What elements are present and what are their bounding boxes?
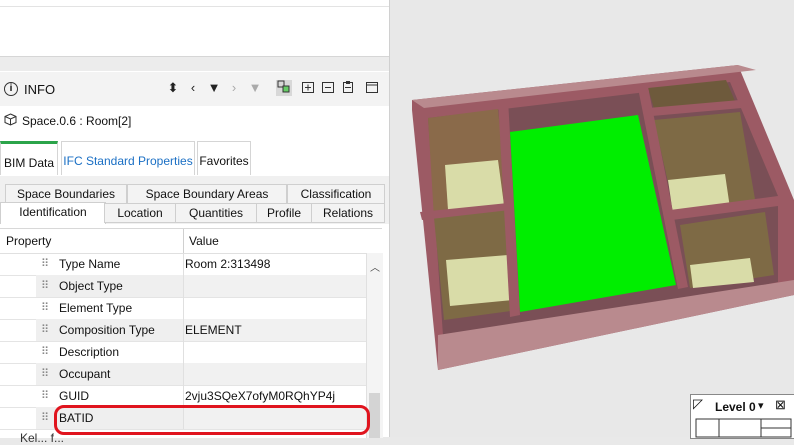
sub-tabs: Space Boundaries Space Boundary Areas Cl… (0, 176, 389, 224)
table-row[interactable]: ⠿ Composition Type ELEMENT (0, 319, 366, 342)
property-name: Object Type (59, 279, 123, 293)
panel-title: INFO (24, 82, 56, 97)
tab-space-boundary-areas[interactable]: Space Boundary Areas (127, 184, 287, 204)
room-floor[interactable] (446, 255, 513, 306)
tab-classification[interactable]: Classification (287, 184, 385, 204)
property-name: Element Type (59, 301, 133, 315)
info-panel: i INFO ⬍ ‹ ▼ › ▼ Space.0.6 : Room[2] BIM… (0, 0, 390, 445)
pencil-icon[interactable]: ◸ (693, 396, 703, 412)
column-header-value[interactable]: Value (189, 234, 219, 248)
triangle-down-icon[interactable]: ▼ (206, 80, 222, 96)
property-name: Composition Type (59, 323, 155, 337)
property-name: Occupant (59, 367, 111, 381)
property-value[interactable]: ELEMENT (185, 323, 242, 337)
model-filter-icon[interactable] (276, 80, 292, 96)
drag-handle-icon[interactable]: ⠿ (41, 279, 49, 292)
close-icon[interactable]: ⊠ (775, 397, 786, 413)
panel-divider (0, 57, 389, 71)
selected-object: Space.0.6 : Room[2] (0, 106, 389, 134)
cube-icon (4, 113, 17, 129)
tab-space-boundaries[interactable]: Space Boundaries (5, 184, 127, 204)
info-header: i INFO ⬍ ‹ ▼ › ▼ (0, 72, 389, 107)
tab-favorites[interactable]: Favorites (197, 141, 251, 175)
property-name: Description (59, 345, 120, 359)
tab-quantities[interactable]: Quantities (175, 203, 257, 223)
drag-handle-icon[interactable]: ⠿ (41, 411, 49, 424)
drag-handle-icon[interactable]: ⠿ (41, 389, 49, 402)
main-tabs: BIM Data IFC Standard Properties Favorit… (0, 140, 389, 176)
cutoff-row-label: Kel... f... (20, 431, 65, 445)
level-widget[interactable]: ◸ Level 0 ▾ ⊠ (690, 394, 794, 439)
tab-relations[interactable]: Relations (311, 203, 385, 223)
level-label: Level 0 (715, 400, 756, 414)
room-floor[interactable] (445, 160, 504, 210)
remove-icon[interactable] (320, 80, 336, 96)
grid-header: Property Value (0, 229, 366, 254)
drag-handle-icon[interactable]: ⠿ (41, 323, 49, 336)
upper-panel (0, 0, 389, 57)
drag-handle-icon[interactable]: ⠿ (41, 367, 49, 380)
drag-handle-icon[interactable]: ⠿ (41, 301, 49, 314)
chevron-up-icon[interactable]: ︿ (370, 259, 380, 274)
chevron-left-icon[interactable]: ‹ (185, 80, 201, 96)
updown-arrows-icon[interactable]: ⬍ (165, 80, 181, 96)
drag-handle-icon[interactable]: ⠿ (41, 345, 49, 358)
chevron-right-icon[interactable]: › (226, 80, 242, 96)
property-name: Type Name (59, 257, 121, 271)
tab-profile[interactable]: Profile (256, 203, 312, 223)
scrollbar-thumb[interactable] (369, 393, 380, 438)
object-label: Space.0.6 : Room[2] (22, 114, 132, 128)
tab-bim-data[interactable]: BIM Data (0, 141, 58, 175)
tab-location[interactable]: Location (104, 203, 176, 223)
level-minimap[interactable] (691, 416, 794, 438)
info-icon: i (4, 82, 18, 96)
property-value[interactable]: Room 2:313498 (185, 257, 270, 271)
property-name: GUID (59, 389, 89, 403)
table-row[interactable]: ⠿ Type Name Room 2:313498 (0, 253, 366, 276)
clipboard-icon[interactable] (340, 80, 356, 96)
highlight-annotation (54, 405, 370, 435)
tab-ifc-standard-properties[interactable]: IFC Standard Properties (61, 141, 195, 175)
triangle-down-icon[interactable]: ▼ (247, 80, 263, 96)
building-model[interactable] (390, 0, 794, 437)
table-row[interactable]: ⠿ Description (0, 341, 366, 364)
chevron-down-icon[interactable]: ▾ (758, 399, 764, 412)
table-row[interactable]: ⠿ Element Type (0, 297, 366, 320)
window-icon[interactable] (364, 80, 380, 96)
column-header-property[interactable]: Property (6, 234, 51, 248)
add-icon[interactable] (300, 80, 316, 96)
table-row[interactable]: ⠿ Occupant (0, 363, 366, 386)
3d-viewport[interactable]: ◸ Level 0 ▾ ⊠ (390, 0, 794, 439)
tab-identification[interactable]: Identification (0, 202, 106, 224)
property-value[interactable]: 2vju3SQeX7ofyM0RQhYP4j (185, 389, 335, 403)
drag-handle-icon[interactable]: ⠿ (41, 257, 49, 270)
table-row[interactable]: ⠿ Object Type (0, 275, 366, 298)
